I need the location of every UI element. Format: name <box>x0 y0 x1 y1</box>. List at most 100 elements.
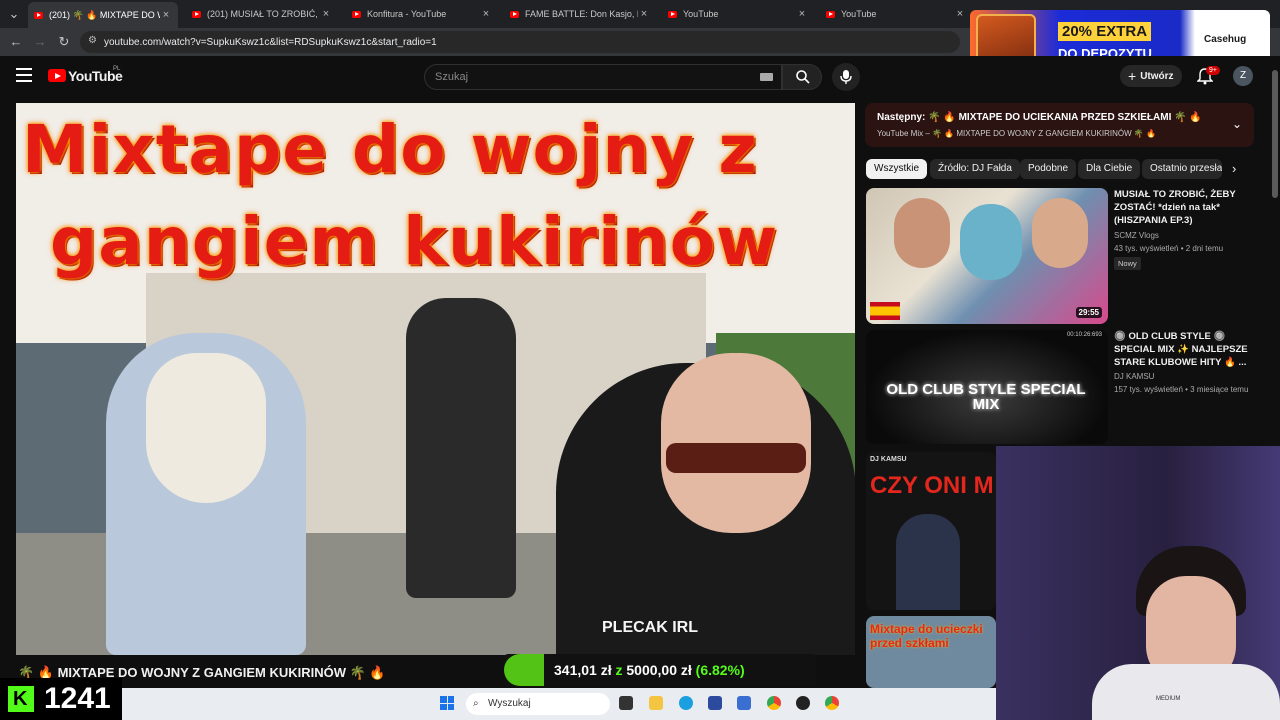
mix-next-label: Następny: 🌴 🔥 MIXTAPE DO UCIEKANIA PRZED… <box>877 112 1202 123</box>
thumb-channel: DJ KAMSU <box>870 456 907 463</box>
video-duration: 29:55 <box>1075 307 1102 318</box>
shirt-label: MEDIUM <box>1156 696 1181 702</box>
rec-channel-1[interactable]: SCMZ Vlogs <box>1114 231 1159 240</box>
spain-flag-icon <box>870 302 900 320</box>
donation-goal-fill <box>504 654 544 686</box>
address-url: youtube.com/watch?v=SupkuKswz1c&list=RDS… <box>104 36 437 48</box>
reload-icon[interactable]: ↻ <box>56 34 72 50</box>
close-icon[interactable]: × <box>954 8 966 20</box>
youtube-favicon-icon <box>34 11 43 19</box>
edge-icon[interactable] <box>679 696 693 710</box>
chip-recent[interactable]: Ostatnio przesłane <box>1142 159 1222 179</box>
goal-connector: z <box>615 662 623 678</box>
youtube-favicon-icon <box>668 10 677 18</box>
mix-playlist-header[interactable]: Następny: 🌴 🔥 MIXTAPE DO UCIEKANIA PRZED… <box>865 103 1254 147</box>
rec-thumb-1[interactable]: 29:55 <box>866 188 1108 324</box>
rec-thumb-4[interactable]: Mixtape do ucieczki przed szkłami <box>866 616 996 688</box>
close-icon[interactable]: × <box>320 8 332 20</box>
task-view-icon[interactable] <box>619 696 633 710</box>
plus-icon: + <box>1128 68 1137 84</box>
youtube-favicon-icon <box>192 10 201 18</box>
search-icon: ⌕ <box>473 698 479 709</box>
youtube-logo-icon[interactable] <box>48 69 66 82</box>
rec-thumb-3[interactable]: DJ KAMSU CZY ONI M <box>866 452 996 610</box>
obs-icon[interactable] <box>796 696 810 710</box>
thumb-face <box>1032 198 1088 268</box>
page-scrollbar[interactable] <box>1272 70 1278 198</box>
store-icon[interactable] <box>708 696 722 710</box>
microphone-icon <box>840 70 852 84</box>
rec-title-1[interactable]: MUSIAŁ TO ZROBIĆ, ŻEBY ZOSTAĆ! *dzień na… <box>1114 188 1254 227</box>
close-icon[interactable]: × <box>480 8 492 20</box>
rec-meta-2: 157 tys. wyświetleń • 3 miesiące temu <box>1114 385 1249 394</box>
close-icon[interactable]: × <box>160 9 172 21</box>
settings-app-icon[interactable] <box>737 696 751 710</box>
file-explorer-icon[interactable] <box>649 696 663 710</box>
kick-viewer-overlay: 1241 <box>0 678 122 720</box>
site-info-icon[interactable]: ⚙ <box>88 35 97 46</box>
hockey-mask <box>146 353 266 503</box>
chip-for-you[interactable]: Dla Ciebie <box>1078 159 1141 179</box>
kick-logo-icon <box>8 686 34 712</box>
youtube-favicon-icon <box>510 10 519 18</box>
person-middle <box>406 298 516 598</box>
youtube-favicon-icon <box>826 10 835 18</box>
back-arrow-icon[interactable]: ← <box>8 34 24 50</box>
close-icon[interactable]: × <box>796 8 808 20</box>
tab-youtube-1[interactable]: YouTube × <box>662 4 814 24</box>
avatar[interactable]: Z <box>1233 66 1253 86</box>
goal-target: 5000,00 zł <box>626 662 692 678</box>
rec-channel-2[interactable]: DJ KAMSU <box>1114 372 1154 381</box>
streamer-webcam: MEDIUM <box>996 446 1280 720</box>
search-button[interactable] <box>782 64 822 90</box>
video-caption: PLECAK IRL <box>602 619 698 636</box>
tab-mixtape[interactable]: (201) 🌴 🔥 MIXTAPE DO WOJNY Z GANGIEM KUK… <box>28 2 178 28</box>
thumb-title: OLD CLUB STYLE SPECIAL MIX <box>886 381 1086 413</box>
create-button[interactable]: + Utwórz <box>1120 65 1182 87</box>
forward-arrow-icon[interactable]: → <box>32 34 48 50</box>
new-badge: Nowy <box>1114 257 1141 270</box>
thumb-title: CZY ONI M <box>870 472 994 499</box>
thumb-title: Mixtape do ucieczki przed szkłami <box>870 622 983 650</box>
rec-thumb-2[interactable]: 00:10:26:693 OLD CLUB STYLE SPECIAL MIX <box>866 330 1108 444</box>
thumb-face <box>894 198 950 268</box>
chip-source[interactable]: Źródło: DJ Fałda <box>930 159 1020 179</box>
taskbar-search-input[interactable]: ⌕ Wyszukaj <box>466 693 610 715</box>
youtube-favicon-icon <box>352 10 361 18</box>
keyboard-icon[interactable] <box>760 73 773 81</box>
address-bar[interactable]: ⚙ youtube.com/watch?v=SupkuKswz1c&list=R… <box>80 31 960 53</box>
video-player[interactable]: Mixtape do wojny z gangiem kukirinów PLE… <box>16 103 855 655</box>
chevron-down-icon[interactable]: ⌄ <box>1232 117 1242 131</box>
windows-start-icon[interactable] <box>440 696 454 710</box>
chip-similar[interactable]: Podobne <box>1020 159 1077 179</box>
close-icon[interactable]: × <box>638 8 650 20</box>
chrome-profile-icon[interactable] <box>825 696 839 710</box>
tab-konfitura[interactable]: Konfitura - YouTube × <box>346 4 498 24</box>
donation-goal-bar: 341,01 zł z 5000,00 zł (6.82%) <box>504 654 816 686</box>
video-overlay-title-line2: gangiem kukirinów <box>50 203 779 280</box>
goal-current: 341,01 zł <box>554 662 612 678</box>
chevron-right-icon[interactable]: › <box>1232 161 1236 176</box>
thumb-figure <box>896 514 960 610</box>
tab-search-icon[interactable]: ⌄ <box>6 6 22 22</box>
notifications-count-badge: 9+ <box>1206 66 1220 75</box>
viewer-count: 1241 <box>44 682 111 715</box>
search-icon <box>796 70 810 84</box>
chrome-icon[interactable] <box>767 696 781 710</box>
rec-title-2[interactable]: 🔘 OLD CLUB STYLE 🔘 SPECIAL MIX ✨ NAJLEPS… <box>1114 330 1254 369</box>
goal-percent: (6.82%) <box>695 662 745 678</box>
hamburger-menu-icon[interactable] <box>16 68 32 82</box>
video-overlay-title-line1: Mixtape do wojny z <box>22 111 758 188</box>
tab-musial[interactable]: (201) MUSIAŁ TO ZROBIĆ, ŻEBY ZOSTAĆ! × <box>186 4 338 24</box>
voice-search-button[interactable] <box>832 63 860 91</box>
ad-headline: 20% EXTRA <box>1058 22 1152 41</box>
thumb-face <box>960 204 1022 280</box>
tab-fame-battle[interactable]: FAME BATTLE: Don Kasjo, Lequ × <box>504 4 656 24</box>
youtube-region: PL <box>113 66 121 72</box>
chip-all[interactable]: Wszystkie <box>866 159 927 179</box>
search-input[interactable]: Szukaj <box>424 64 782 90</box>
tab-youtube-2[interactable]: YouTube × <box>820 4 972 24</box>
webcam-shirt <box>1092 664 1280 720</box>
thumb-timecode: 00:10:26:693 <box>1066 332 1102 338</box>
mix-playlist-label: YouTube Mix – 🌴 🔥 MIXTAPE DO WOJNY Z GAN… <box>877 129 1156 138</box>
